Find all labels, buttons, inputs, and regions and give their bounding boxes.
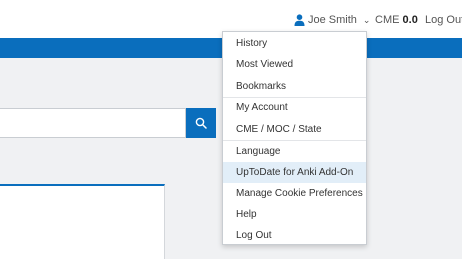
menu-item-cme[interactable]: CME / MOC / State (223, 119, 366, 140)
content-card (0, 184, 165, 259)
search-input[interactable] (0, 108, 186, 138)
header-logout-link[interactable]: Log Out (425, 14, 462, 26)
menu-item-bookmarks[interactable]: Bookmarks (223, 76, 366, 97)
menu-item-cookie-preferences[interactable]: Manage Cookie Preferences (223, 183, 366, 204)
menu-item-language[interactable]: Language (223, 141, 366, 162)
user-icon (294, 14, 305, 26)
menu-item-most-viewed[interactable]: Most Viewed (223, 54, 366, 75)
chevron-down-icon: ⌄ (362, 14, 371, 25)
menu-item-history[interactable]: History (223, 33, 366, 54)
user-name: Joe Smith (308, 14, 357, 26)
search-button[interactable] (186, 108, 216, 138)
user-dropdown-menu: History Most Viewed Bookmarks My Account… (222, 31, 367, 245)
menu-item-my-account[interactable]: My Account (223, 97, 366, 118)
menu-item-log-out[interactable]: Log Out (223, 225, 366, 246)
menu-item-help[interactable]: Help (223, 204, 366, 225)
menu-item-anki-addon[interactable]: UpToDate for Anki Add-On (223, 162, 366, 183)
user-menu-toggle[interactable]: Joe Smith ⌄ (294, 14, 370, 26)
cme-value: 0.0 (402, 14, 418, 26)
cme-label: CME (375, 14, 400, 26)
search-icon (195, 117, 207, 129)
cme-credits[interactable]: CME 0.0 (375, 14, 418, 26)
